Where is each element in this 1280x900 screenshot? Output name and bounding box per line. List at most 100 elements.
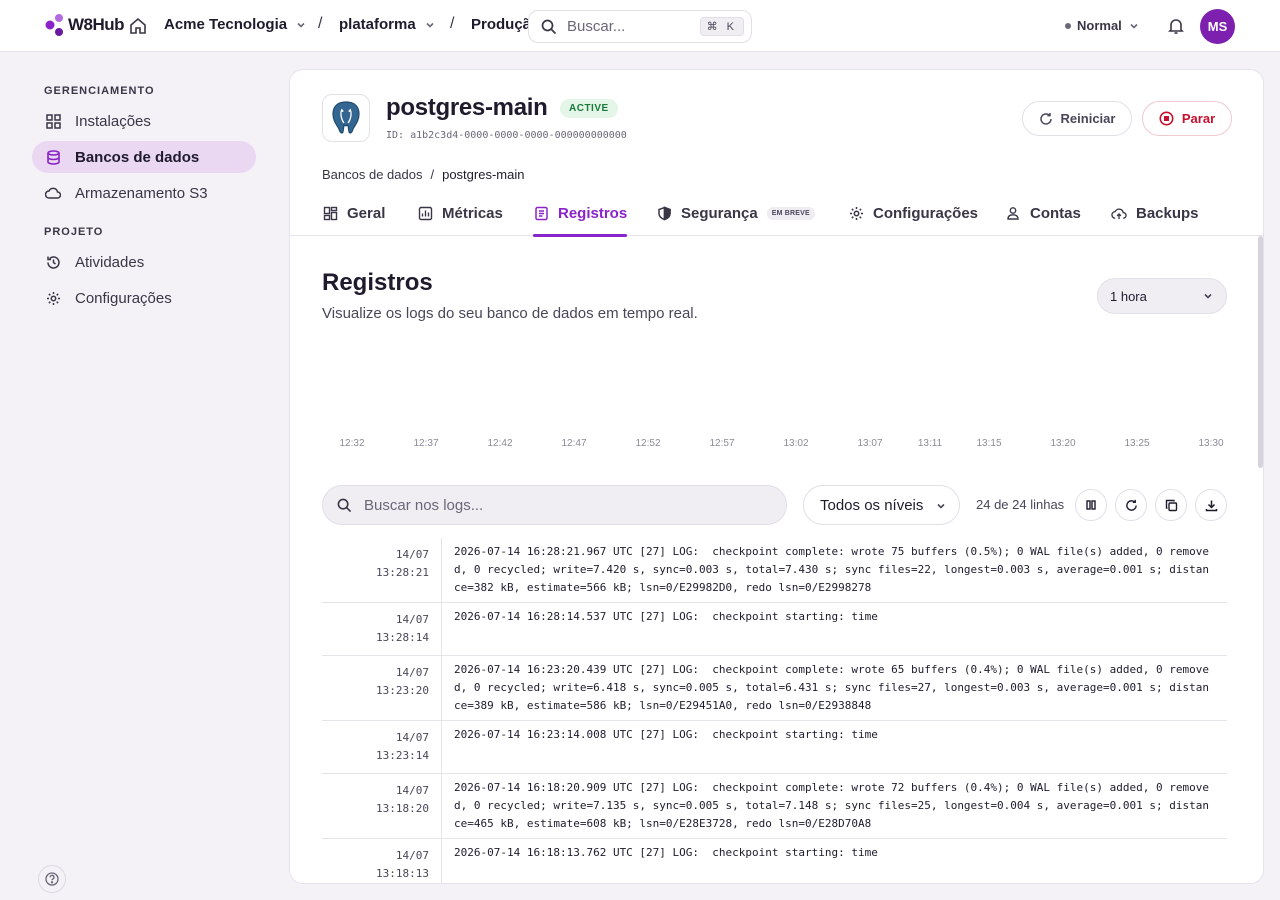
tab-backups[interactable]: Backups: [1111, 190, 1199, 236]
refresh-logs-button[interactable]: [1115, 489, 1147, 521]
tab-label: Registros: [558, 204, 628, 222]
chevron-down-icon: [1130, 23, 1138, 29]
tab-settings[interactable]: Configurações: [848, 190, 978, 236]
time-tick: 13:20: [1050, 438, 1076, 449]
log-message: 2026-07-14 16:23:14.008 UTC [27] LOG: ch…: [454, 728, 878, 741]
log-time: 13:23:20: [376, 684, 429, 697]
scrollbar[interactable]: [1258, 236, 1263, 468]
sidebar-item-label: Bancos de dados: [75, 148, 200, 166]
search-shortcut: ⌘ K: [699, 17, 744, 36]
log-row[interactable]: 14/07 13:18:20 2026-07-14 16:18:20.909 U…: [322, 774, 1227, 839]
copy-icon: [1165, 499, 1177, 511]
log-row[interactable]: 14/07 13:28:14 2026-07-14 16:28:14.537 U…: [322, 603, 1227, 656]
bell-icon[interactable]: [1164, 14, 1188, 38]
search-icon: [337, 498, 352, 512]
log-time: 13:28:14: [376, 631, 429, 644]
project-switcher[interactable]: plataforma: [339, 16, 436, 33]
gear-icon: [45, 290, 61, 306]
refresh-icon: [1039, 112, 1052, 125]
tab-bar: Geral Métricas Registros Segurança EM BR…: [290, 190, 1263, 237]
log-message: 2026-07-14 16:23:20.439 UTC [27] LOG: ch…: [454, 663, 1209, 712]
stop-icon: [1159, 111, 1174, 126]
breadcrumb-separator: /: [430, 167, 435, 182]
breadcrumb-parent[interactable]: Bancos de dados: [322, 167, 422, 182]
status-dot: [1065, 22, 1071, 29]
top-bar: W8Hub Acme Tecnologia / plataforma / Pro…: [0, 0, 1280, 52]
time-axis: 12:32 12:37 12:42 12:47 12:52 12:57 13:0…: [290, 438, 1263, 452]
time-tick: 13:15: [976, 438, 1002, 449]
line-count: 24 de 24 linhas: [976, 497, 1065, 512]
cloud-icon: [45, 185, 61, 201]
tab-label: Configurações: [873, 204, 979, 222]
pause-button[interactable]: [1075, 489, 1107, 521]
help-icon[interactable]: [38, 865, 66, 893]
postgres-logo: [322, 94, 370, 142]
time-tick: 12:37: [413, 438, 439, 449]
breadcrumb-separator: /: [450, 15, 455, 32]
history-icon: [45, 254, 61, 270]
overview-icon: [322, 205, 338, 221]
sidebar-item-databases[interactable]: Bancos de dados: [32, 141, 256, 173]
stop-button[interactable]: Parar: [1142, 101, 1232, 136]
log-message: 2026-07-14 16:28:14.537 UTC [27] LOG: ch…: [454, 610, 878, 623]
org-switcher[interactable]: Acme Tecnologia: [164, 16, 307, 33]
log-date: 14/07: [395, 548, 429, 561]
shield-icon: [656, 205, 672, 221]
log-row[interactable]: 14/07 13:23:14 2026-07-14 16:23:14.008 U…: [322, 721, 1227, 774]
log-time: 13:23:14: [376, 749, 429, 762]
copy-logs-button[interactable]: [1155, 489, 1187, 521]
tab-label: Segurança: [681, 204, 758, 222]
breadcrumb: Bancos de dados / postgres-main: [322, 167, 524, 182]
log-row[interactable]: 14/07 13:28:21 2026-07-14 16:28:21.967 U…: [322, 538, 1227, 603]
tab-logs[interactable]: Registros: [533, 190, 628, 237]
user-avatar[interactable]: MS: [1200, 9, 1235, 44]
project-name: plataforma: [339, 16, 416, 33]
global-search[interactable]: Buscar... ⌘ K: [528, 10, 752, 43]
chart-icon: [417, 205, 433, 221]
tab-metrics[interactable]: Métricas: [417, 190, 503, 236]
log-date: 14/07: [395, 784, 429, 797]
environment-switcher[interactable]: Produçã: [471, 16, 528, 33]
sidebar-item-settings[interactable]: Configurações: [32, 282, 256, 314]
mode-label: Normal: [1077, 18, 1122, 33]
sidebar-item-installations[interactable]: Instalações: [32, 105, 256, 137]
log-row[interactable]: 14/07 13:23:20 2026-07-14 16:23:20.439 U…: [322, 656, 1227, 721]
app-logo[interactable]: W8Hub: [44, 13, 125, 37]
home-icon[interactable]: [126, 14, 150, 38]
log-timestamp: 14/07 13:28:14: [322, 603, 442, 655]
time-tick: 12:57: [709, 438, 735, 449]
cloud-upload-icon: [1111, 205, 1127, 221]
log-level-select[interactable]: Todos os níveis: [803, 485, 960, 525]
log-search-input[interactable]: Buscar nos logs...: [322, 485, 787, 525]
section-subtitle: Visualize os logs do seu banco de dados …: [322, 305, 698, 322]
time-range-select[interactable]: 1 hora: [1097, 278, 1227, 314]
database-icon: [45, 149, 61, 165]
database-name: postgres-main: [386, 94, 548, 121]
chevron-down-icon: [297, 22, 305, 28]
tab-accounts[interactable]: Contas: [1005, 190, 1081, 236]
org-name: Acme Tecnologia: [164, 16, 288, 33]
restart-button[interactable]: Reiniciar: [1022, 101, 1132, 136]
log-row[interactable]: 14/07 13:18:13 2026-07-14 16:18:13.762 U…: [322, 839, 1227, 883]
sidebar-item-activities[interactable]: Atividades: [32, 246, 256, 278]
log-date: 14/07: [395, 849, 429, 862]
log-timestamp: 14/07 13:18:13: [322, 839, 442, 883]
log-level-value: Todos os níveis: [820, 496, 924, 514]
sidebar-item-s3-storage[interactable]: Armazenamento S3: [32, 177, 256, 209]
section-title: PROJETO: [44, 226, 104, 238]
database-id: ID: a1b2c3d4-0000-0000-0000-000000000000: [386, 130, 627, 141]
sidebar-item-label: Armazenamento S3: [75, 184, 208, 202]
log-time: 13:18:13: [376, 867, 429, 880]
log-date: 14/07: [395, 731, 429, 744]
sidebar-item-label: Instalações: [75, 112, 151, 130]
time-tick: 12:42: [487, 438, 513, 449]
status-badge: ACTIVE: [560, 99, 618, 118]
log-message: 2026-07-14 16:18:13.762 UTC [27] LOG: ch…: [454, 846, 878, 859]
tab-overview[interactable]: Geral: [322, 190, 385, 236]
sidebar-item-label: Configurações: [75, 289, 172, 307]
tab-security[interactable]: Segurança EM BREVE: [656, 190, 815, 236]
log-timestamp: 14/07 13:23:14: [322, 721, 442, 773]
mode-selector[interactable]: Normal: [1065, 18, 1140, 33]
download-logs-button[interactable]: [1195, 489, 1227, 521]
search-icon: [541, 19, 557, 34]
